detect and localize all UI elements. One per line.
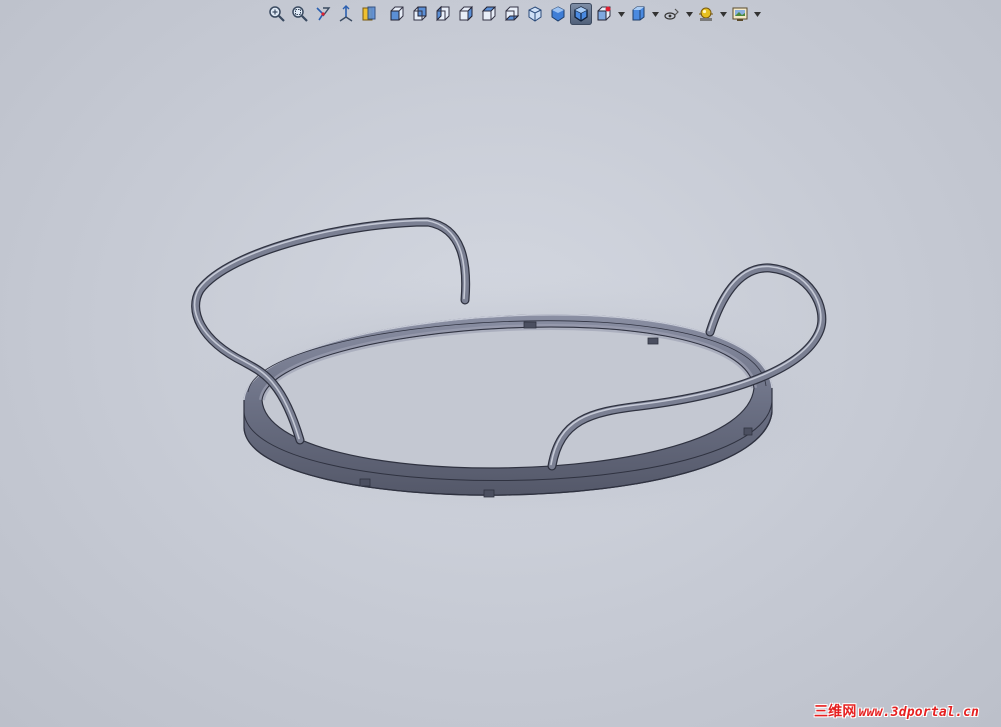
watermark-cn: 三维网 (813, 704, 857, 720)
graphics-viewport[interactable]: 三维网 www.3dportal.cn (0, 0, 1001, 727)
watermark: 三维网 www.3dportal.cn (814, 701, 979, 721)
watermark-url: www.3dportal.cn (858, 705, 979, 720)
model-render[interactable] (0, 0, 1001, 727)
